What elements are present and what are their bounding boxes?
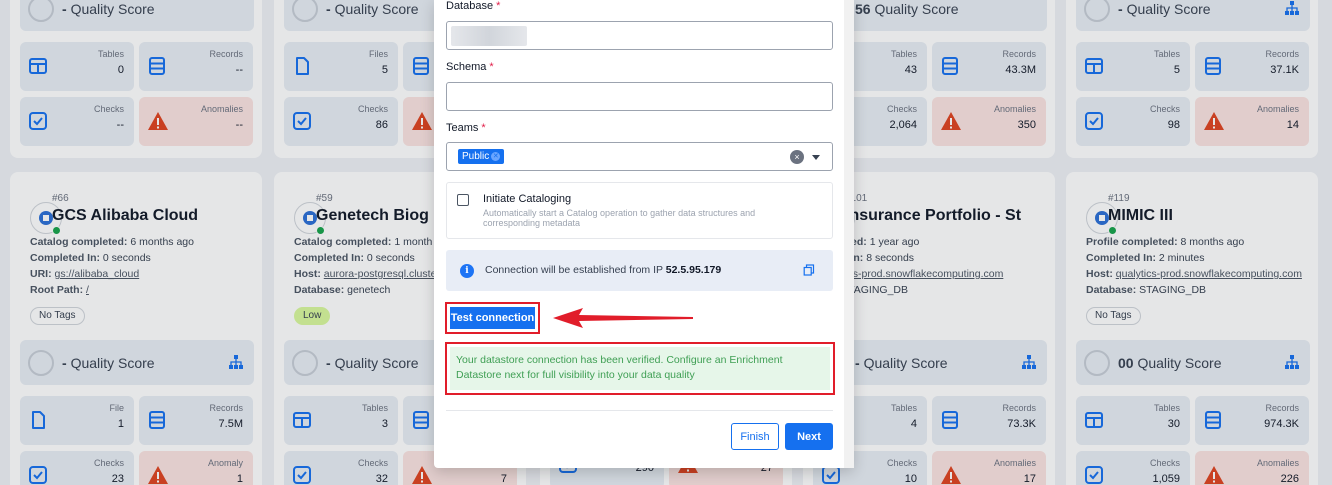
redacted-value xyxy=(451,26,527,46)
modal-scrollbar[interactable] xyxy=(844,0,854,468)
schema-label: Schema * xyxy=(446,61,494,73)
red-arrow-annotation xyxy=(553,308,693,328)
teams-select[interactable]: Public ✕ × xyxy=(446,142,833,171)
cataloging-checkbox[interactable] xyxy=(457,194,469,206)
info-icon: i xyxy=(460,264,474,278)
chevron-down-icon[interactable] xyxy=(812,155,820,160)
copy-icon[interactable] xyxy=(803,264,815,276)
success-message: Your datastore connection has been verif… xyxy=(450,347,830,390)
initiate-cataloging-option[interactable]: Initiate Cataloging Automatically start … xyxy=(446,182,833,239)
add-datastore-modal: Database * Schema * Teams * Public ✕ × Initi… xyxy=(434,0,854,468)
ip-info-banner: i Connection will be established from IP… xyxy=(446,250,833,291)
cataloging-description: Automatically start a Catalog operation … xyxy=(483,208,756,228)
success-highlight: Your datastore connection has been verif… xyxy=(445,342,835,395)
test-connection-button[interactable]: Test connection xyxy=(450,307,535,329)
footer-divider xyxy=(446,410,833,411)
database-label: Database * xyxy=(446,0,501,12)
ip-text: Connection will be established from IP 5… xyxy=(485,264,722,276)
schema-input[interactable] xyxy=(446,82,833,111)
clear-icon[interactable]: × xyxy=(790,150,804,164)
cataloging-title: Initiate Cataloging xyxy=(483,193,572,205)
database-input[interactable] xyxy=(446,21,833,50)
test-connection-highlight: Test connection xyxy=(445,302,540,334)
chip-remove-icon[interactable]: ✕ xyxy=(491,152,501,161)
teams-label: Teams * xyxy=(446,122,486,134)
team-chip-public: Public ✕ xyxy=(458,149,505,164)
next-button[interactable]: Next xyxy=(785,423,833,450)
finish-button[interactable]: Finish xyxy=(731,423,779,450)
